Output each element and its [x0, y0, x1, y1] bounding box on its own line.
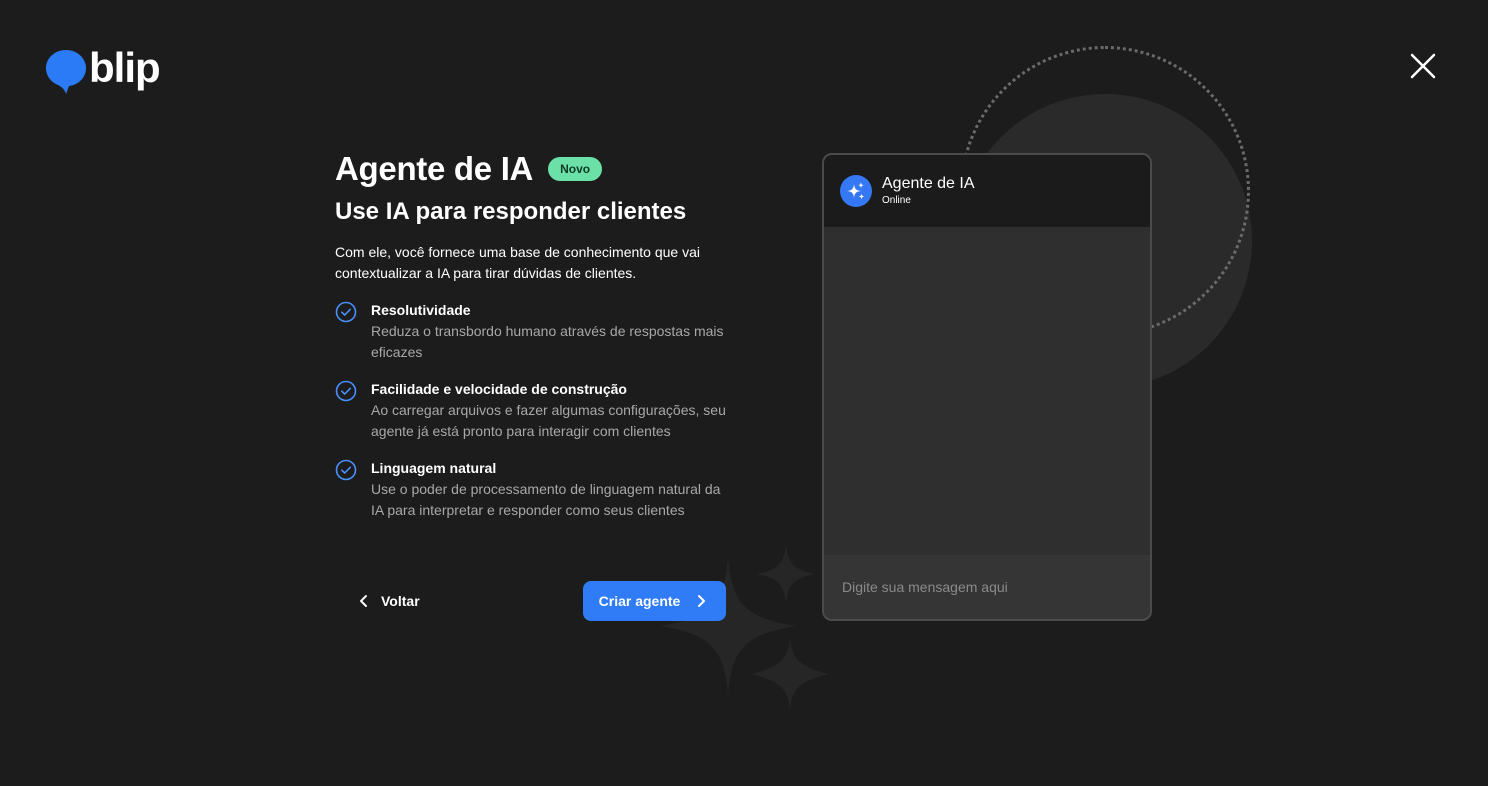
- title-row: Agente de IA Novo: [335, 148, 735, 190]
- chat-messages-area: [824, 227, 1150, 555]
- feature-list: Resolutividade Reduza o transbordo human…: [335, 300, 735, 521]
- feature-item: Linguagem natural Use o poder de process…: [335, 458, 735, 521]
- blip-logo: blip: [44, 44, 161, 94]
- create-agent-label: Criar agente: [598, 593, 681, 609]
- feature-item: Resolutividade Reduza o transbordo human…: [335, 300, 735, 363]
- check-circle-icon: [335, 301, 357, 323]
- back-button-label: Voltar: [381, 593, 420, 609]
- back-button[interactable]: Voltar: [355, 582, 420, 620]
- close-button[interactable]: [1407, 50, 1439, 82]
- create-agent-button[interactable]: Criar agente: [583, 581, 726, 621]
- intro-content: Agente de IA Novo Use IA para responder …: [335, 148, 735, 537]
- feature-title: Resolutividade: [371, 302, 471, 318]
- check-circle-icon: [335, 380, 357, 402]
- chat-preview: Agente de IA Online Digite sua mensagem …: [822, 153, 1152, 621]
- feature-item: Facilidade e velocidade de construção Ao…: [335, 379, 735, 442]
- chevron-right-icon: [698, 595, 706, 607]
- message-input[interactable]: Digite sua mensagem aqui: [824, 555, 1150, 619]
- agent-avatar: [840, 175, 872, 207]
- check-circle-icon: [335, 459, 357, 481]
- chat-bubble-logo-icon: [46, 50, 86, 94]
- feature-description: Ao carregar arquivos e fazer algumas con…: [371, 402, 726, 439]
- chevron-left-icon: [360, 595, 367, 607]
- feature-title: Facilidade e velocidade de construção: [371, 381, 627, 397]
- feature-title: Linguagem natural: [371, 460, 497, 476]
- page-title: Agente de IA: [335, 150, 534, 187]
- feature-description: Use o poder de processamento de linguage…: [371, 481, 721, 518]
- feature-description: Reduza o transbordo humano através de re…: [371, 323, 724, 360]
- page-subtitle: Use IA para responder clientes: [335, 198, 687, 225]
- logo-wordmark: blip: [89, 44, 161, 91]
- agent-status: Online: [882, 195, 911, 206]
- chat-preview-header: Agente de IA Online: [824, 155, 1150, 227]
- agent-name: Agente de IA: [882, 175, 975, 192]
- close-icon: [1410, 53, 1436, 79]
- agent-info: Agente de IA Online: [882, 174, 975, 208]
- decorative-sparkles-icon: [660, 544, 828, 710]
- sparkles-icon: [847, 182, 865, 200]
- new-badge: Novo: [548, 157, 603, 181]
- onboarding-modal: blip Agente de IA Novo Use IA para respo…: [0, 0, 1488, 786]
- page-description: Com ele, você fornece uma base de conhec…: [335, 244, 700, 281]
